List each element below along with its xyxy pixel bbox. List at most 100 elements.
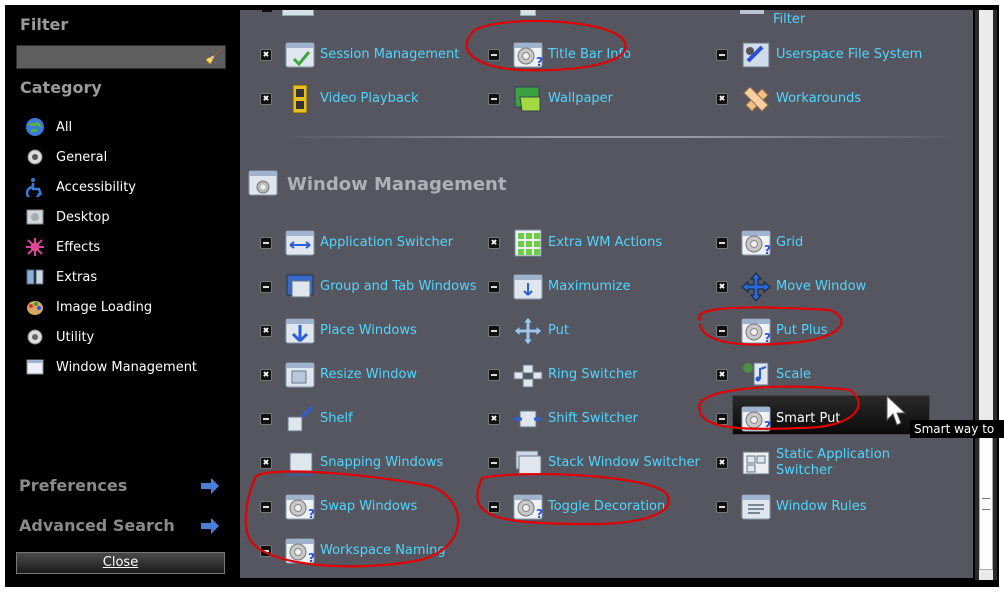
plugin-checkbox[interactable] xyxy=(260,457,272,469)
plugin-label[interactable]: Extra WM Actions xyxy=(548,235,708,251)
plugin-label[interactable]: Userspace File System xyxy=(776,47,936,63)
plugin-checkbox[interactable] xyxy=(260,237,272,249)
plugin-checkbox[interactable] xyxy=(260,93,272,105)
plugin-label-partial[interactable]: Filter xyxy=(773,12,805,27)
plugin-label[interactable]: Put Plus xyxy=(776,323,936,339)
category-item[interactable]: Window Management xyxy=(25,355,197,379)
plugin-label[interactable]: Shelf xyxy=(320,411,480,427)
plugin-item[interactable]: Put xyxy=(488,313,708,349)
plugin-item[interactable]: Stack Window Switcher xyxy=(488,445,708,481)
plugin-checkbox[interactable] xyxy=(488,501,500,513)
plugin-label[interactable]: Video Playback xyxy=(320,91,480,107)
plugin-item[interactable]: Maximumize xyxy=(488,269,708,305)
plugin-item[interactable]: Ring Switcher xyxy=(488,357,708,393)
plugin-label[interactable]: Workarounds xyxy=(776,91,936,107)
broom-clear-icon[interactable]: 🧹 xyxy=(205,47,223,67)
close-button[interactable]: Close xyxy=(16,552,225,574)
plugin-item[interactable]: Extra WM Actions xyxy=(488,225,708,261)
plugin-item[interactable]: Video Playback xyxy=(260,81,480,117)
plugin-item[interactable]: ? Grid xyxy=(716,225,936,261)
plugin-checkbox[interactable] xyxy=(488,457,500,469)
plugin-label[interactable]: Toggle Decoration xyxy=(548,499,708,515)
scrollbar[interactable] xyxy=(975,10,997,580)
plugin-item[interactable]: ? Toggle Decoration xyxy=(488,489,708,525)
plugin-label[interactable]: Resize Window xyxy=(320,367,480,383)
plugin-label[interactable]: Static Application Switcher xyxy=(776,447,936,479)
arrow-right-icon[interactable] xyxy=(200,517,220,535)
plugin-checkbox[interactable] xyxy=(260,325,272,337)
plugin-checkbox[interactable] xyxy=(716,49,728,61)
plugin-checkbox[interactable] xyxy=(716,413,728,425)
plugin-checkbox[interactable] xyxy=(260,545,272,557)
plugin-item[interactable]: Wallpaper xyxy=(488,81,708,117)
category-item[interactable]: Image Loading xyxy=(25,295,152,319)
advanced-search-link[interactable]: Advanced Search xyxy=(19,516,175,535)
plugin-item[interactable]: ? Title Bar Info xyxy=(488,37,708,73)
preferences-link[interactable]: Preferences xyxy=(19,476,127,495)
category-item[interactable]: Utility xyxy=(25,325,94,349)
plugin-checkbox[interactable] xyxy=(260,413,272,425)
plugin-checkbox[interactable] xyxy=(716,325,728,337)
plugin-item[interactable]: Static Application Switcher xyxy=(716,445,936,481)
category-item[interactable]: Effects xyxy=(25,235,100,259)
plugin-item[interactable]: Userspace File System xyxy=(716,37,936,73)
plugin-item[interactable]: ? Swap Windows xyxy=(260,489,480,525)
plugin-checkbox[interactable] xyxy=(716,457,728,469)
category-item[interactable]: General xyxy=(25,145,107,169)
plugin-item[interactable]: Window Rules xyxy=(716,489,936,525)
plugin-item[interactable]: Workarounds xyxy=(716,81,936,117)
category-item[interactable]: All xyxy=(25,115,72,139)
plugin-checkbox[interactable] xyxy=(260,369,272,381)
plugin-label[interactable]: Ring Switcher xyxy=(548,367,708,383)
plugin-checkbox[interactable] xyxy=(716,93,728,105)
plugin-checkbox[interactable] xyxy=(488,237,500,249)
plugin-item[interactable]: Scale xyxy=(716,357,936,393)
plugin-label[interactable]: Scale xyxy=(776,367,936,383)
category-item[interactable]: Extras xyxy=(25,265,97,289)
plugin-item[interactable]: Shelf xyxy=(260,401,480,437)
filter-input[interactable]: 🧹 xyxy=(16,45,226,69)
plugin-checkbox[interactable] xyxy=(488,413,500,425)
category-item[interactable]: Desktop xyxy=(25,205,110,229)
plugin-checkbox[interactable] xyxy=(716,369,728,381)
plugin-label[interactable]: Session Management xyxy=(320,47,480,63)
plugin-checkbox[interactable] xyxy=(488,281,500,293)
plugin-item[interactable]: Move Window xyxy=(716,269,936,305)
plugin-label[interactable]: Place Windows xyxy=(320,323,480,339)
plugin-checkbox[interactable] xyxy=(260,49,272,61)
plugin-checkbox[interactable] xyxy=(716,237,728,249)
plugin-label[interactable]: Wallpaper xyxy=(548,91,708,107)
plugin-item[interactable]: Resize Window xyxy=(260,357,480,393)
checkbox-partial[interactable] xyxy=(262,10,272,12)
plugin-checkbox[interactable] xyxy=(260,501,272,513)
plugin-item[interactable]: ? Put Plus xyxy=(716,313,936,349)
plugin-item[interactable]: Session Management xyxy=(260,37,480,73)
plugin-item[interactable]: Shift Switcher xyxy=(488,401,708,437)
category-item[interactable]: Accessibility xyxy=(25,175,136,199)
plugin-label[interactable]: Maximumize xyxy=(548,279,708,295)
plugin-label[interactable]: Grid xyxy=(776,235,936,251)
plugin-label[interactable]: Swap Windows xyxy=(320,499,480,515)
plugin-checkbox[interactable] xyxy=(716,281,728,293)
plugin-item[interactable]: Application Switcher xyxy=(260,225,480,261)
plugin-label[interactable]: Snapping Windows xyxy=(320,455,480,471)
plugin-label[interactable]: Put xyxy=(548,323,708,339)
plugin-label[interactable]: Workspace Naming xyxy=(320,543,480,559)
plugin-checkbox[interactable] xyxy=(260,281,272,293)
plugin-item[interactable]: Place Windows xyxy=(260,313,480,349)
plugin-checkbox[interactable] xyxy=(488,369,500,381)
plugin-label[interactable]: Group and Tab Windows xyxy=(320,279,480,295)
plugin-checkbox[interactable] xyxy=(488,325,500,337)
plugin-checkbox[interactable] xyxy=(488,93,500,105)
arrow-right-icon[interactable] xyxy=(200,477,220,495)
plugin-label[interactable]: Window Rules xyxy=(776,499,936,515)
plugin-item[interactable]: Group and Tab Windows xyxy=(260,269,480,305)
plugin-label[interactable]: Shift Switcher xyxy=(548,411,708,427)
plugin-item[interactable]: ? Workspace Naming xyxy=(260,533,480,569)
plugin-label[interactable]: Application Switcher xyxy=(320,235,480,251)
plugin-checkbox[interactable] xyxy=(716,501,728,513)
plugin-item[interactable]: Snapping Windows xyxy=(260,445,480,481)
plugin-checkbox[interactable] xyxy=(488,49,500,61)
plugin-label[interactable]: Move Window xyxy=(776,279,936,295)
plugin-label[interactable]: Title Bar Info xyxy=(548,47,708,63)
